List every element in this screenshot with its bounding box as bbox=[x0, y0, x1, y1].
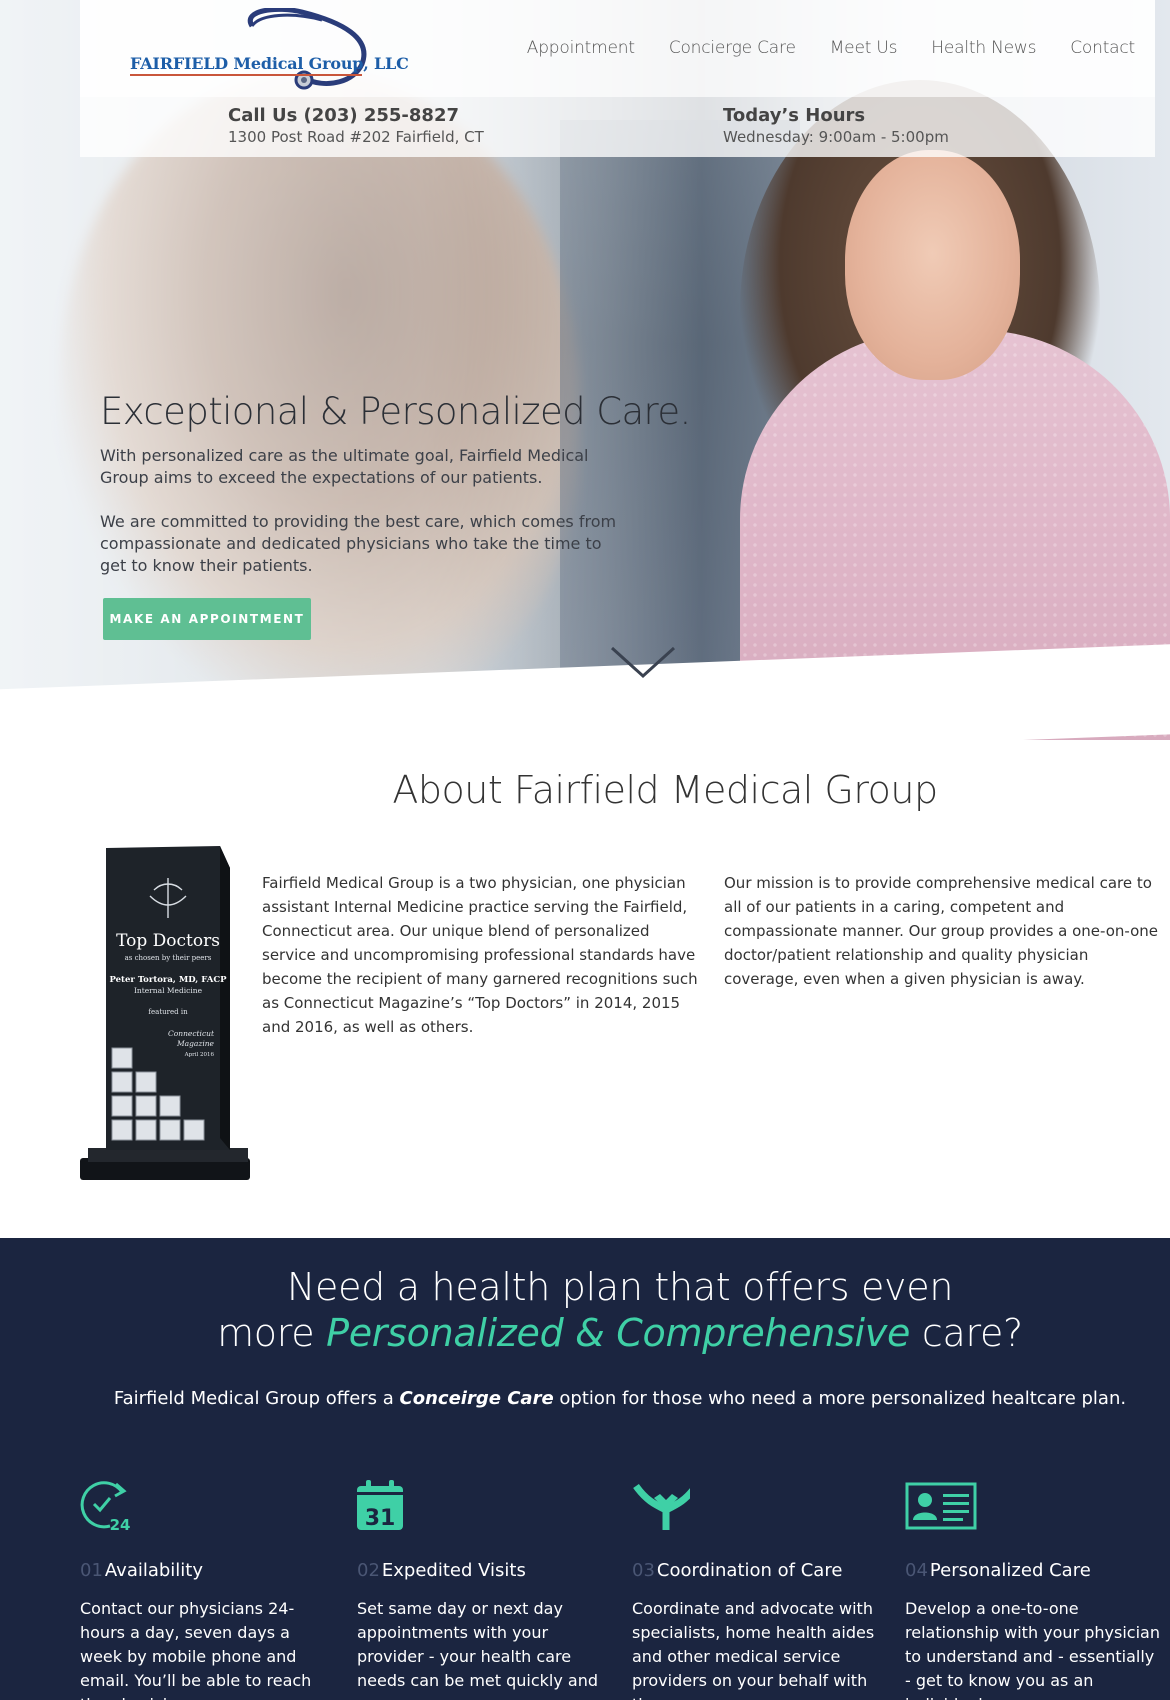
merge-arrows-icon bbox=[633, 1483, 699, 1530]
feature-body: Develop a one-to-one relationship with y… bbox=[905, 1599, 1160, 1700]
logo-text: FAIRFIELD Medical Group, LLC bbox=[130, 54, 409, 73]
phone-number[interactable]: Call Us (203) 255-8827 bbox=[228, 105, 484, 126]
nav-health-news[interactable]: Health News bbox=[931, 38, 1036, 58]
make-appointment-button[interactable]: MAKE AN APPOINTMENT bbox=[103, 598, 311, 640]
hero-title: Exceptional & Personalized Care. bbox=[100, 390, 691, 433]
plan-heading-post: care? bbox=[910, 1311, 1023, 1355]
award-magazine-2: Magazine bbox=[176, 1039, 215, 1048]
site-logo[interactable]: FAIRFIELD Medical Group, LLC bbox=[102, 6, 409, 90]
plan-sub-post: option for those who need a more persona… bbox=[553, 1388, 1127, 1409]
feature-title-text: Availability bbox=[104, 1560, 204, 1581]
hero-paragraph-2: We are committed to providing the best c… bbox=[100, 512, 617, 575]
feature-title: 03 Coordination of Care bbox=[632, 1560, 887, 1581]
award-featured: featured in bbox=[148, 1008, 188, 1016]
hero-paragraph-1: With personalized care as the ultimate g… bbox=[100, 446, 589, 487]
plan-sub-bold[interactable]: Conceirge Care bbox=[400, 1388, 554, 1409]
feature-expedited-visits: 31 02 Expedited Visits Set same day or ne… bbox=[357, 1480, 612, 1693]
hours-title: Today’s Hours bbox=[723, 105, 866, 126]
award-subtitle: as chosen by their peers bbox=[125, 954, 212, 962]
feature-availability: 24 01 Availability Contact our physicians… bbox=[80, 1480, 335, 1700]
svg-text:31: 31 bbox=[365, 1506, 396, 1531]
phone-block: Call Us (203) 255-8827 1300 Post Road #2… bbox=[228, 105, 484, 146]
hours-value: Wednesday: 9:00am - 5:00pm bbox=[723, 128, 949, 146]
svg-text:24: 24 bbox=[110, 1516, 131, 1532]
feature-title: 04 Personalized Care bbox=[905, 1560, 1160, 1581]
hours-block: Today’s Hours Wednesday: 9:00am - 5:00pm bbox=[723, 105, 949, 146]
feature-number: 02 bbox=[357, 1560, 380, 1581]
id-card-icon bbox=[905, 1482, 977, 1530]
feature-title-text: Expedited Visits bbox=[381, 1560, 526, 1581]
clock-24-icon: 24 bbox=[80, 1481, 131, 1534]
plan-subheading: Fairfield Medical Group offers a Conceir… bbox=[0, 1388, 1170, 1409]
feature-number: 03 bbox=[632, 1560, 655, 1581]
feature-title-text: Personalized Care bbox=[929, 1560, 1091, 1581]
nav-contact[interactable]: Contact bbox=[1070, 38, 1135, 58]
site-header: FAIRFIELD Medical Group, LLC Appointment… bbox=[80, 0, 1155, 97]
feature-body: Contact our physicians 24-hours a day, s… bbox=[80, 1599, 312, 1700]
award-name: Peter Tortora, MD, FACP bbox=[109, 975, 227, 985]
feature-title: 01 Availability bbox=[80, 1560, 335, 1581]
about-text-practice: Fairfield Medical Group is a two physici… bbox=[262, 874, 698, 1036]
plan-sub-pre: Fairfield Medical Group offers a bbox=[113, 1388, 400, 1409]
feature-title-text: Coordination of Care bbox=[656, 1560, 843, 1581]
calendar-31-icon: 31 bbox=[357, 1480, 403, 1531]
award-magazine-1: Connecticut bbox=[168, 1029, 215, 1038]
about-text-mission: Our mission is to provide comprehensive … bbox=[724, 874, 1159, 988]
plan-heading: Need a health plan that offers even more… bbox=[0, 1264, 1170, 1356]
address: 1300 Post Road #202 Fairfield, CT bbox=[228, 128, 484, 146]
feature-coordination-of-care: 03 Coordination of Care Coordinate and ad… bbox=[632, 1480, 887, 1700]
plan-heading-accent: Personalized & Comprehensive bbox=[326, 1311, 911, 1355]
contact-info-bar: Call Us (203) 255-8827 1300 Post Road #2… bbox=[80, 97, 1155, 157]
nav-concierge-care[interactable]: Concierge Care bbox=[669, 38, 796, 58]
feature-body: Coordinate and advocate with specialists… bbox=[632, 1599, 875, 1700]
hero-photo-face bbox=[845, 150, 1020, 380]
nav-appointment[interactable]: Appointment bbox=[527, 38, 635, 58]
feature-body: Set same day or next day appointments wi… bbox=[357, 1599, 599, 1690]
about-title: About Fairfield Medical Group bbox=[392, 768, 938, 812]
award-specialty: Internal Medicine bbox=[134, 986, 203, 995]
feature-number: 04 bbox=[905, 1560, 928, 1581]
main-nav: Appointment Concierge Care Meet Us Healt… bbox=[527, 38, 1135, 58]
plan-heading-line1: Need a health plan that offers even bbox=[286, 1265, 954, 1309]
feature-title: 02 Expedited Visits bbox=[357, 1560, 612, 1581]
feature-number: 01 bbox=[80, 1560, 103, 1581]
nav-meet-us[interactable]: Meet Us bbox=[830, 38, 898, 58]
stethoscope-icon bbox=[247, 6, 367, 90]
award-date: April 2016 bbox=[184, 1052, 215, 1058]
plan-heading-pre: more bbox=[217, 1311, 327, 1355]
feature-personalized-care: 04 Personalized Care Develop a one-to-one… bbox=[905, 1480, 1160, 1700]
logo-underline bbox=[130, 74, 362, 76]
top-doctors-award: Top Doctors as chosen by their peers Pet… bbox=[80, 846, 250, 1180]
award-title: Top Doctors bbox=[116, 931, 220, 951]
hero-copy: Exceptional & Personalized Care. With pe… bbox=[100, 390, 691, 577]
chevron-down-icon[interactable] bbox=[610, 642, 676, 682]
